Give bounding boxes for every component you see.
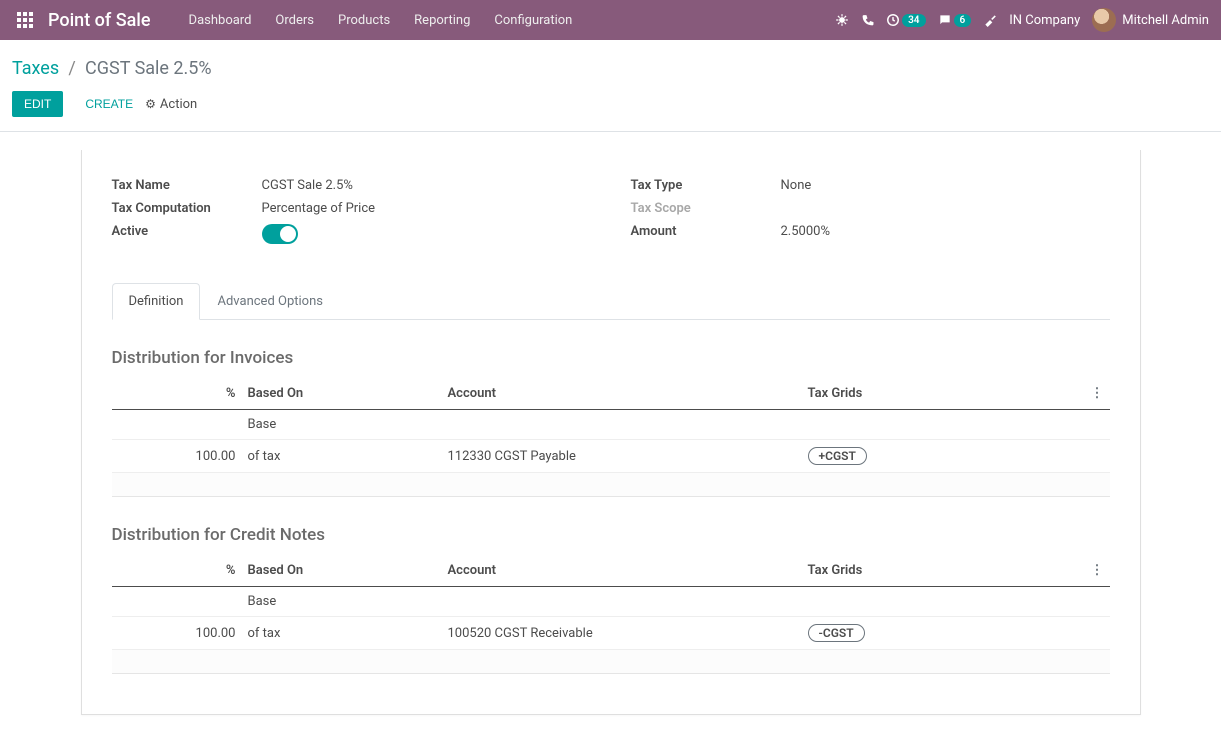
cell-based-on: Base <box>242 587 442 617</box>
tab-definition[interactable]: Definition <box>112 283 201 320</box>
action-label: Action <box>160 97 197 112</box>
cell-grids: -CGST <box>802 617 1085 650</box>
company-selector[interactable]: IN Company <box>1009 13 1080 28</box>
nav-orders[interactable]: Orders <box>265 9 324 32</box>
section-title-credit-notes: Distribution for Credit Notes <box>112 525 1110 545</box>
apps-menu-button[interactable] <box>12 7 38 33</box>
tabs: Definition Advanced Options <box>112 282 1110 320</box>
value-tax-name: CGST Sale 2.5% <box>262 178 353 193</box>
cell-pct <box>112 410 242 440</box>
cell-based-on: of tax <box>242 617 442 650</box>
messages-icon[interactable]: 6 <box>938 13 972 27</box>
action-menu[interactable]: ⚙ Action <box>145 97 197 112</box>
topbar: Point of Sale Dashboard Orders Products … <box>0 0 1221 40</box>
debug-icon[interactable] <box>835 13 849 27</box>
tax-grid-tag: -CGST <box>808 624 865 642</box>
label-tax-scope: Tax Scope <box>631 201 781 216</box>
cell-grids <box>802 410 1085 440</box>
topbar-right: 34 6 IN Company Mitchell Admin <box>835 8 1209 32</box>
th-tax-grids: Tax Grids <box>802 555 1085 587</box>
th-tax-grids: Tax Grids <box>802 378 1085 410</box>
value-tax-type: None <box>781 178 812 193</box>
activity-badge: 34 <box>902 14 925 27</box>
th-based-on: Based On <box>242 555 442 587</box>
cell-account: 100520 CGST Receivable <box>442 617 802 650</box>
create-button[interactable]: Create <box>73 91 145 117</box>
edit-button[interactable]: Edit <box>12 91 63 117</box>
breadcrumb-root[interactable]: Taxes <box>12 58 59 79</box>
breadcrumb-sep: / <box>62 58 81 79</box>
cell-pct: 100.00 <box>112 617 242 650</box>
nav-reporting[interactable]: Reporting <box>404 9 480 32</box>
avatar <box>1092 8 1116 32</box>
nav-configuration[interactable]: Configuration <box>484 9 582 32</box>
th-account: Account <box>442 378 802 410</box>
breadcrumb-current: CGST Sale 2.5% <box>85 58 212 79</box>
cell-pct <box>112 587 242 617</box>
control-bar: Edit Create ⚙ Action <box>0 87 1221 132</box>
cell-grids: +CGST <box>802 440 1085 473</box>
th-based-on: Based On <box>242 378 442 410</box>
nav-dashboard[interactable]: Dashboard <box>179 9 262 32</box>
apps-icon <box>17 12 33 28</box>
form-sheet: Tax Name CGST Sale 2.5% Tax Computation … <box>81 150 1141 715</box>
value-tax-computation: Percentage of Price <box>262 201 376 216</box>
cell-account <box>442 410 802 440</box>
nav-products[interactable]: Products <box>328 9 400 32</box>
table-row[interactable]: Base <box>112 587 1110 617</box>
cell-based-on: Base <box>242 410 442 440</box>
table-row[interactable]: Base <box>112 410 1110 440</box>
cell-account: 112330 CGST Payable <box>442 440 802 473</box>
user-menu[interactable]: Mitchell Admin <box>1092 8 1209 32</box>
app-brand[interactable]: Point of Sale <box>48 10 151 31</box>
cell-account <box>442 587 802 617</box>
table-credit-notes: % Based On Account Tax Grids ⋮ Base 100.… <box>112 555 1110 674</box>
th-account: Account <box>442 555 802 587</box>
th-pct: % <box>112 378 242 410</box>
user-name: Mitchell Admin <box>1122 13 1209 28</box>
messages-badge: 6 <box>954 14 972 27</box>
cell-grids <box>802 587 1085 617</box>
gear-icon: ⚙ <box>145 97 156 111</box>
activity-icon[interactable]: 34 <box>886 13 925 27</box>
top-nav: Dashboard Orders Products Reporting Conf… <box>179 9 583 32</box>
table-row[interactable]: 100.00 of tax 100520 CGST Receivable -CG… <box>112 617 1110 650</box>
breadcrumb: Taxes / CGST Sale 2.5% <box>0 40 1221 87</box>
table-options-icon[interactable]: ⋮ <box>1091 563 1104 578</box>
phone-icon[interactable] <box>861 14 874 27</box>
cell-pct: 100.00 <box>112 440 242 473</box>
tab-advanced-options[interactable]: Advanced Options <box>200 283 339 320</box>
table-invoices: % Based On Account Tax Grids ⋮ Base 100.… <box>112 378 1110 497</box>
label-tax-name: Tax Name <box>112 178 262 193</box>
cell-based-on: of tax <box>242 440 442 473</box>
label-tax-type: Tax Type <box>631 178 781 193</box>
th-pct: % <box>112 555 242 587</box>
table-options-icon[interactable]: ⋮ <box>1091 386 1104 401</box>
tax-grid-tag: +CGST <box>808 447 867 465</box>
tools-icon[interactable] <box>983 13 997 27</box>
label-amount: Amount <box>631 224 781 239</box>
value-amount: 2.5000% <box>781 224 830 239</box>
active-toggle[interactable] <box>262 224 298 244</box>
label-active: Active <box>112 224 262 248</box>
section-title-invoices: Distribution for Invoices <box>112 348 1110 368</box>
label-tax-computation: Tax Computation <box>112 201 262 216</box>
table-row[interactable]: 100.00 of tax 112330 CGST Payable +CGST <box>112 440 1110 473</box>
